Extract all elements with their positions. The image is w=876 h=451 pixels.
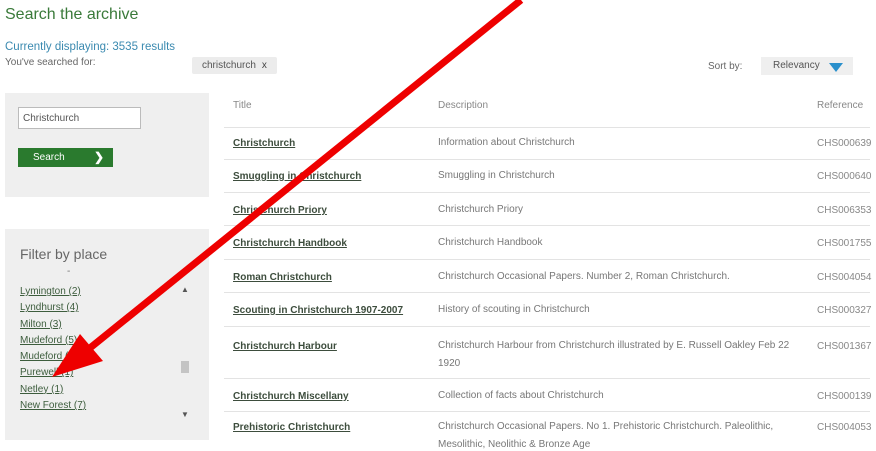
- sort-label: Sort by:: [708, 61, 743, 72]
- scroll-up-icon[interactable]: ▲: [181, 285, 189, 294]
- result-reference: CHS001367: [817, 341, 872, 352]
- result-description: History of scouting in Christchurch: [438, 304, 590, 315]
- result-count: Currently displaying: 3535 results: [5, 41, 176, 53]
- filter-place-mudeford-2[interactable]: Mudeford (2): [20, 349, 170, 365]
- result-title-link[interactable]: Christchurch Miscellany: [233, 391, 349, 402]
- filter-place-new-forest[interactable]: New Forest (7): [20, 398, 170, 414]
- result-description: Collection of facts about Christchurch: [438, 390, 604, 401]
- column-header-description: Description: [438, 100, 489, 111]
- filter-place-lymington[interactable]: Lymington (2): [20, 284, 170, 300]
- caret-down-icon: [829, 63, 843, 72]
- searched-for-label: You've searched for:: [5, 57, 96, 68]
- result-description: Christchurch Priory: [438, 204, 524, 215]
- table-row: Christchurch Harbour Christchurch Harbou…: [224, 326, 872, 378]
- result-title-link[interactable]: Roman Christchurch: [233, 272, 332, 283]
- result-description: Smuggling in Christchurch: [438, 170, 555, 181]
- search-button[interactable]: Search ❯: [18, 148, 113, 167]
- result-title-link[interactable]: Christchurch Harbour: [233, 341, 337, 352]
- result-reference: CHS000640: [817, 171, 872, 182]
- scrollbar-thumb[interactable]: [181, 361, 189, 373]
- table-row: Christchurch Information about Christchu…: [224, 127, 872, 159]
- result-description: Information about Christchurch: [438, 137, 575, 148]
- table-row: Smuggling in Christchurch Smuggling in C…: [224, 159, 872, 192]
- filter-place-mudeford-1[interactable]: Mudeford (5): [20, 333, 170, 349]
- column-header-reference: Reference: [817, 100, 864, 111]
- table-row: Christchurch Handbook Christchurch Handb…: [224, 225, 872, 259]
- filter-panel: Filter by place - Lymington (2) Lyndhurs…: [5, 229, 209, 440]
- table-row: Prehistoric Christchurch Christchurch Oc…: [224, 411, 872, 451]
- result-title-link[interactable]: Prehistoric Christchurch: [233, 422, 350, 433]
- search-panel: Search ❯: [5, 93, 209, 197]
- result-reference: CHS000639: [817, 138, 872, 149]
- result-reference: CHS004053: [817, 422, 872, 433]
- remove-search-term-button[interactable]: x: [262, 57, 267, 74]
- result-title-link[interactable]: Christchurch: [233, 138, 295, 149]
- table-row: Roman Christchurch Christchurch Occasion…: [224, 259, 872, 292]
- chevron-right-icon: ❯: [94, 150, 105, 164]
- result-description: Christchurch Handbook: [438, 237, 543, 248]
- filter-place-milton[interactable]: Milton (3): [20, 317, 170, 333]
- result-reference: CHS004054: [817, 272, 872, 283]
- table-row: Christchurch Miscellany Collection of fa…: [224, 378, 872, 411]
- filter-place-netley[interactable]: Netley (1): [20, 382, 170, 398]
- result-reference: CHS000139: [817, 391, 872, 402]
- result-title-link[interactable]: Smuggling in Christchurch: [233, 171, 361, 182]
- result-reference: CHS006353: [817, 205, 872, 216]
- filter-scroll-marker: -: [67, 266, 71, 277]
- filter-place-lyndhurst[interactable]: Lyndhurst (4): [20, 300, 170, 316]
- column-header-title: Title: [233, 100, 252, 111]
- search-term-chip-label: christchurch: [202, 60, 256, 71]
- scroll-down-icon[interactable]: ▼: [181, 410, 189, 419]
- filter-place-purewell[interactable]: Purewell (1): [20, 365, 170, 381]
- result-description: Christchurch Occasional Papers. No 1. Pr…: [438, 421, 774, 450]
- sort-select-value: Relevancy: [773, 60, 820, 71]
- search-input[interactable]: [18, 107, 141, 129]
- result-title-link[interactable]: Christchurch Priory: [233, 205, 327, 216]
- search-term-chip: christchurch x: [192, 57, 277, 74]
- search-button-label: Search: [33, 152, 65, 163]
- page-title: Search the archive: [5, 6, 139, 23]
- filter-title: Filter by place: [20, 246, 108, 262]
- result-description: Christchurch Harbour from Christchurch i…: [438, 340, 790, 369]
- table-row: Scouting in Christchurch 1907-2007 Histo…: [224, 292, 872, 326]
- result-reference: CHS000327: [817, 305, 872, 316]
- result-title-link[interactable]: Scouting in Christchurch 1907-2007: [233, 305, 403, 316]
- table-row: Christchurch Priory Christchurch Priory …: [224, 192, 872, 225]
- filter-place-list: Lymington (2) Lyndhurst (4) Milton (3) M…: [20, 284, 170, 414]
- sort-select[interactable]: Relevancy: [761, 57, 853, 75]
- result-title-link[interactable]: Christchurch Handbook: [233, 238, 347, 249]
- result-reference: CHS001755: [817, 238, 872, 249]
- result-description: Christchurch Occasional Papers. Number 2…: [438, 271, 730, 282]
